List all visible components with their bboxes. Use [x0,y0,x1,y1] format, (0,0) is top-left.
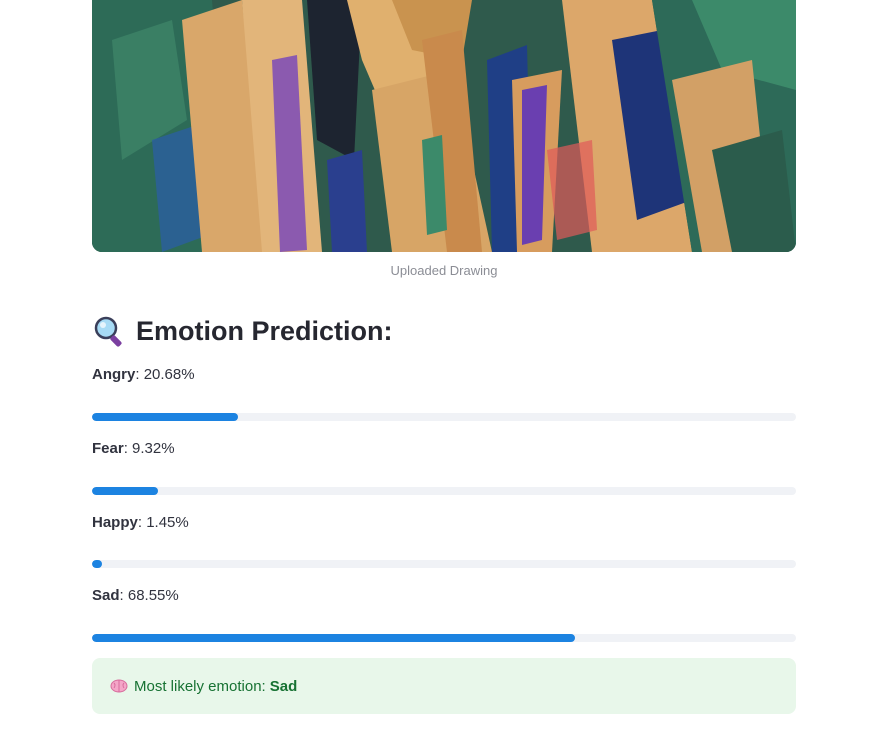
progress-bar-angry [92,413,796,421]
emotion-percent: 20.68% [143,366,195,383]
brain-icon [110,679,128,693]
emotion-percent: 68.55% [127,587,179,604]
emotion-prediction-heading: Emotion Prediction: [92,312,393,350]
progress-bar-sad [92,634,796,642]
result-prefix: Most likely emotion: [134,677,266,695]
prediction-label-angry: Angry: 20.68% [92,366,195,383]
most-likely-emotion-alert: Most likely emotion: Sad [92,658,796,714]
prediction-label-fear: Fear: 9.32% [92,440,175,457]
painting-artwork [92,0,796,252]
emotion-percent: 9.32% [132,440,175,457]
prediction-label-happy: Happy: 1.45% [92,514,189,531]
progress-fill [92,413,238,421]
emotion-percent: 1.45% [146,514,189,531]
emotion-name: Sad [92,587,120,604]
progress-fill [92,634,575,642]
magnifier-icon [92,314,126,348]
emotion-name: Happy [92,514,138,531]
progress-bar-fear [92,487,796,495]
progress-bar-happy [92,560,796,568]
uploaded-drawing-image [92,0,796,252]
image-caption: Uploaded Drawing [390,263,498,278]
result-emotion: Sad [269,677,298,695]
progress-fill [92,487,158,495]
heading-text: Emotion Prediction: [136,315,393,346]
progress-fill [92,560,103,568]
emotion-name: Angry [92,366,136,383]
emotion-name: Fear [92,440,124,457]
prediction-label-sad: Sad: 68.55% [92,587,179,604]
